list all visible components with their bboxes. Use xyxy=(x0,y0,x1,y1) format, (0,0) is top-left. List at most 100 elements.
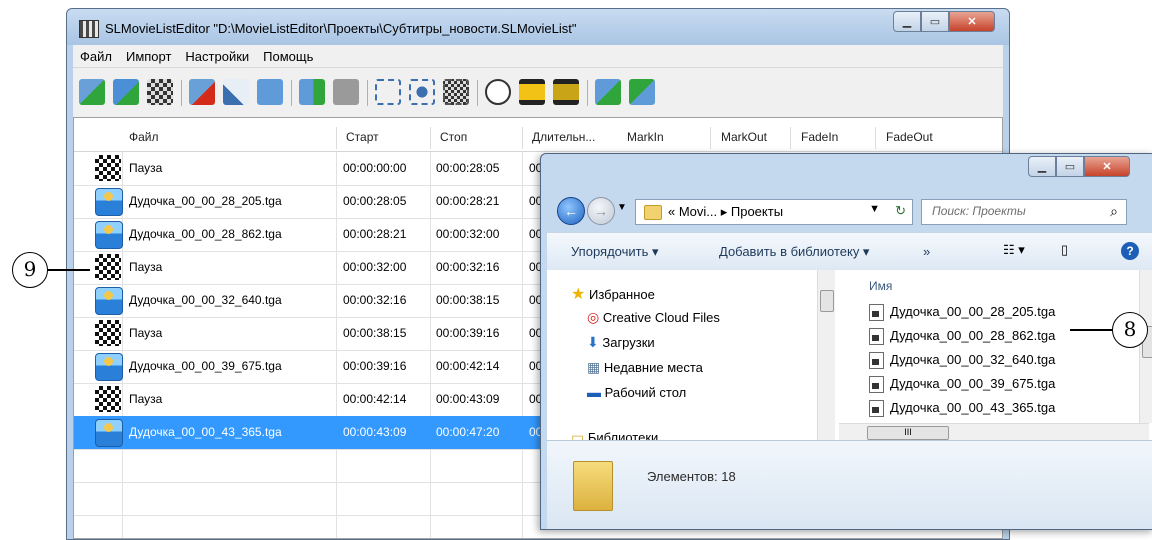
pause-checker-icon xyxy=(95,155,121,181)
refresh-icon[interactable]: ↻ xyxy=(895,203,906,219)
navigation-pane: ★ Избранное ◎ Creative Cloud Files ⬇ Заг… xyxy=(547,270,835,445)
callout-8: 8 xyxy=(1112,312,1148,348)
callout-8-leader xyxy=(1070,329,1112,331)
image-file-icon xyxy=(95,287,123,315)
star-icon: ★ xyxy=(571,286,586,303)
fade-out-icon[interactable] xyxy=(553,79,579,105)
view-options-icon[interactable]: ☷ ▾ xyxy=(1003,242,1025,258)
nav-scrollbar[interactable] xyxy=(817,270,835,440)
col-duration[interactable]: Длительн... xyxy=(532,130,595,144)
mark-in-icon[interactable] xyxy=(375,79,401,105)
import-list-icon[interactable] xyxy=(595,79,621,105)
fade-in-icon[interactable] xyxy=(519,79,545,105)
col-markout[interactable]: MarkOut xyxy=(721,130,767,144)
command-bar: Упорядочить ▾ Добавить в библиотеку ▾ » … xyxy=(547,232,1152,272)
copy-item-icon[interactable] xyxy=(257,79,283,105)
pause-checker-icon xyxy=(95,320,121,346)
address-bar[interactable]: « Movi... ▸ Проекты ▼ ↻ xyxy=(635,199,913,225)
app-icon xyxy=(79,20,99,38)
image-file-icon xyxy=(95,221,123,249)
toolbar xyxy=(73,67,1003,118)
pause-checker-icon xyxy=(95,386,121,412)
edit-item-icon[interactable] xyxy=(223,79,249,105)
nav-recent[interactable]: ▦ Недавние места xyxy=(587,359,703,376)
nav-favorites[interactable]: ★ Избранное xyxy=(571,284,655,304)
nav-scroll-thumb[interactable] xyxy=(820,290,834,312)
downloads-icon: ⬇ xyxy=(587,334,599,350)
window-title: SLMovieListEditor "D:\MovieListEditor\Пр… xyxy=(105,21,577,36)
close-button[interactable]: ✕ xyxy=(1084,156,1130,177)
file-list: Имя Дудочка_00_00_28_205.tga Дудочка_00_… xyxy=(839,270,1152,423)
organize-button[interactable]: Упорядочить ▾ xyxy=(571,244,659,260)
tga-file-icon xyxy=(869,328,884,346)
menu-settings[interactable]: Настройки xyxy=(178,49,256,64)
address-path: « Movi... ▸ Проекты xyxy=(668,204,784,219)
maximize-button[interactable]: ▭ xyxy=(921,11,949,32)
clock-icon[interactable] xyxy=(485,79,511,105)
editor-window-controls: ▁ ▭ ✕ xyxy=(893,11,995,32)
list-item[interactable]: Дудочка_00_00_39_675.tga xyxy=(869,376,1055,394)
col-start[interactable]: Старт xyxy=(346,130,379,144)
col-fadein[interactable]: FadeIn xyxy=(801,130,838,144)
search-placeholder: Поиск: Проекты xyxy=(932,204,1026,218)
close-button[interactable]: ✕ xyxy=(949,11,995,32)
search-icon[interactable]: ⌕ xyxy=(1110,203,1118,220)
menu-help[interactable]: Помощь xyxy=(256,49,320,64)
explorer-window-controls: ▁ ▭ ✕ xyxy=(1028,156,1130,177)
preview-pane-icon[interactable]: ▯ xyxy=(1061,242,1068,258)
nav-desktop[interactable]: ▬ Рабочий стол xyxy=(587,384,686,400)
horizontal-scrollbar[interactable]: III xyxy=(839,423,1149,441)
col-fadeout[interactable]: FadeOut xyxy=(886,130,933,144)
pause-checker-icon xyxy=(95,254,121,280)
list-item[interactable]: Дудочка_00_00_28_862.tga xyxy=(869,328,1055,346)
image-file-icon xyxy=(95,419,123,447)
search-input[interactable]: Поиск: Проекты ⌕ xyxy=(921,199,1127,225)
item-count: Элементов: 18 xyxy=(647,469,736,484)
image-file-icon xyxy=(95,353,123,381)
file-scrollbar[interactable] xyxy=(1139,270,1152,423)
address-dropdown-icon[interactable]: ▼ xyxy=(869,203,880,215)
desktop-icon: ▬ xyxy=(587,384,601,400)
history-dropdown-icon[interactable]: ▼ xyxy=(617,202,627,213)
col-file[interactable]: Файл xyxy=(129,130,159,144)
forward-button[interactable]: → xyxy=(587,197,615,225)
editor-title-bar[interactable]: SLMovieListEditor "D:\MovieListEditor\Пр… xyxy=(67,9,1009,45)
delete-item-icon[interactable] xyxy=(189,79,215,105)
details-pane: Элементов: 18 xyxy=(547,440,1152,529)
callout-9: 9 xyxy=(12,252,48,288)
nav-creative-cloud[interactable]: ◎ Creative Cloud Files xyxy=(587,309,720,326)
add-to-library-button[interactable]: Добавить в библиотеку ▾ xyxy=(719,244,869,260)
tga-file-icon xyxy=(869,304,884,322)
col-markin[interactable]: MarkIn xyxy=(627,130,664,144)
menu-file[interactable]: Файл xyxy=(73,49,119,64)
move-down-icon[interactable] xyxy=(333,79,359,105)
list-item[interactable]: Дудочка_00_00_32_640.tga xyxy=(869,352,1055,370)
add-image-icon[interactable] xyxy=(113,79,139,105)
minimize-button[interactable]: ▁ xyxy=(1028,156,1056,177)
back-button[interactable]: ← xyxy=(557,197,585,225)
image-file-icon xyxy=(95,188,123,216)
mark-pause-icon[interactable] xyxy=(443,79,469,105)
col-stop[interactable]: Стоп xyxy=(440,130,467,144)
explorer-window: ▁ ▭ ✕ ← → ▼ « Movi... ▸ Проекты ▼ ↻ Поис… xyxy=(540,153,1152,530)
list-item[interactable]: Дудочка_00_00_28_205.tga xyxy=(869,304,1055,322)
recent-places-icon: ▦ xyxy=(587,359,601,375)
nav-downloads[interactable]: ⬇ Загрузки xyxy=(587,334,655,351)
column-name-header[interactable]: Имя xyxy=(869,279,892,293)
add-film-icon[interactable] xyxy=(79,79,105,105)
list-item[interactable]: Дудочка_00_00_43_365.tga xyxy=(869,400,1055,418)
tga-file-icon xyxy=(869,352,884,370)
export-list-icon[interactable] xyxy=(629,79,655,105)
callout-9-leader xyxy=(47,269,90,271)
more-commands-button[interactable]: » xyxy=(923,244,930,259)
minimize-button[interactable]: ▁ xyxy=(893,11,921,32)
folder-icon xyxy=(644,205,662,220)
move-up-icon[interactable] xyxy=(299,79,325,105)
help-icon[interactable]: ? xyxy=(1121,242,1139,260)
maximize-button[interactable]: ▭ xyxy=(1056,156,1084,177)
mark-out-icon[interactable] xyxy=(409,79,435,105)
add-pause-icon[interactable] xyxy=(147,79,173,105)
menu-import[interactable]: Импорт xyxy=(119,49,178,64)
explorer-content: ★ Избранное ◎ Creative Cloud Files ⬇ Заг… xyxy=(547,270,1152,445)
horizontal-scroll-thumb[interactable]: III xyxy=(867,426,949,440)
